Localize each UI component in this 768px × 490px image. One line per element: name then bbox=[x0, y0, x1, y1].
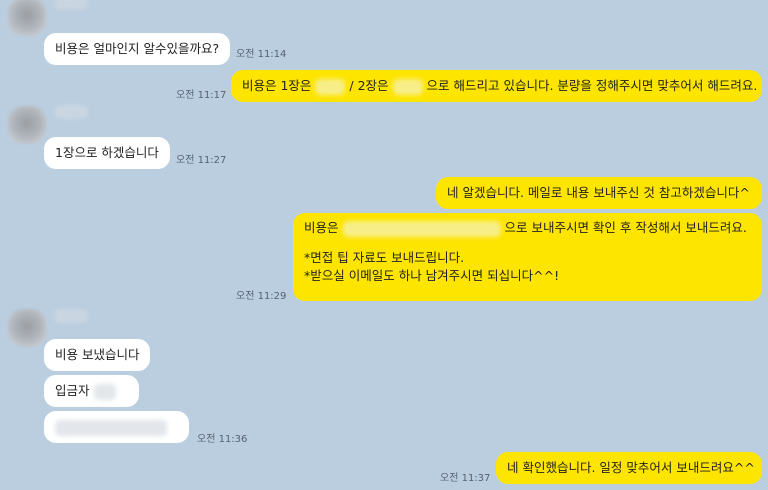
message-bubble-incoming[interactable]: 입금자 bbox=[44, 375, 139, 407]
redacted-depositor-name bbox=[93, 383, 116, 400]
message-text: 비용은 얼마인지 알수있을까요? bbox=[55, 41, 220, 56]
message-bubble-outgoing[interactable]: 비용은 으로 보내주시면 확인 후 작성해서 보내드려요. *면접 팁 자료도 … bbox=[293, 213, 762, 301]
message-text: 입금자 bbox=[55, 383, 90, 398]
message-text-part: 으로 해드리고 있습니다. 분량을 정해주시면 맞추어서 해드려요. bbox=[426, 78, 758, 93]
sender-name-redacted bbox=[54, 309, 88, 323]
message-bubble-outgoing[interactable]: 네 알겠습니다. 메일로 내용 보내주신 것 참고하겠습니다^ bbox=[436, 177, 762, 209]
message-text: 네 확인했습니다. 일정 맞추어서 보내드려요^^ bbox=[507, 460, 755, 475]
message-bubble-incoming[interactable] bbox=[44, 411, 189, 443]
message-timestamp: 오전 11:37 bbox=[440, 473, 491, 484]
message-timestamp: 오전 11:36 bbox=[197, 434, 248, 445]
message-bubble-outgoing[interactable]: 네 확인했습니다. 일정 맞추어서 보내드려요^^ bbox=[496, 452, 762, 484]
message-text-line: *받으실 이메일도 하나 남겨주시면 되십니다^^! bbox=[304, 268, 560, 283]
redacted-amount bbox=[315, 78, 346, 95]
message-text: 1장으로 하겠습니다 bbox=[55, 145, 159, 160]
message-text-part: / 2장은 bbox=[349, 78, 389, 93]
sender-avatar[interactable] bbox=[8, 309, 46, 347]
sender-avatar[interactable] bbox=[8, 0, 46, 36]
message-timestamp: 오전 11:29 bbox=[236, 291, 287, 302]
message-timestamp: 오전 11:14 bbox=[236, 49, 287, 60]
message-bubble-incoming[interactable]: 1장으로 하겠습니다 bbox=[44, 137, 170, 169]
message-bubble-outgoing[interactable]: 비용은 1장은 / 2장은 으로 해드리고 있습니다. 분량을 정해주시면 맞추… bbox=[231, 70, 762, 102]
message-text-part: 비용은 bbox=[304, 220, 339, 235]
message-bubble-incoming[interactable]: 비용은 얼마인지 알수있을까요? bbox=[44, 33, 231, 65]
sender-name-redacted bbox=[54, 0, 88, 10]
message-text-part: 으로 보내주시면 확인 후 작성해서 보내드려요. bbox=[504, 220, 747, 235]
redacted-message-content bbox=[55, 420, 167, 436]
message-text-part: 비용은 1장은 bbox=[242, 78, 312, 93]
message-text: 네 알겠습니다. 메일로 내용 보내주신 것 참고하겠습니다^ bbox=[447, 185, 750, 200]
message-text-line: *면접 팁 자료도 보내드립니다. bbox=[304, 250, 465, 265]
message-text: 비용 보냈습니다 bbox=[55, 347, 140, 362]
message-timestamp: 오전 11:27 bbox=[176, 155, 227, 166]
redacted-account-info bbox=[342, 220, 501, 237]
sender-avatar[interactable] bbox=[8, 106, 46, 144]
message-bubble-incoming[interactable]: 비용 보냈습니다 bbox=[44, 339, 151, 371]
sender-name-redacted bbox=[54, 105, 88, 119]
redacted-amount bbox=[392, 78, 423, 95]
message-timestamp: 오전 11:17 bbox=[176, 90, 227, 101]
